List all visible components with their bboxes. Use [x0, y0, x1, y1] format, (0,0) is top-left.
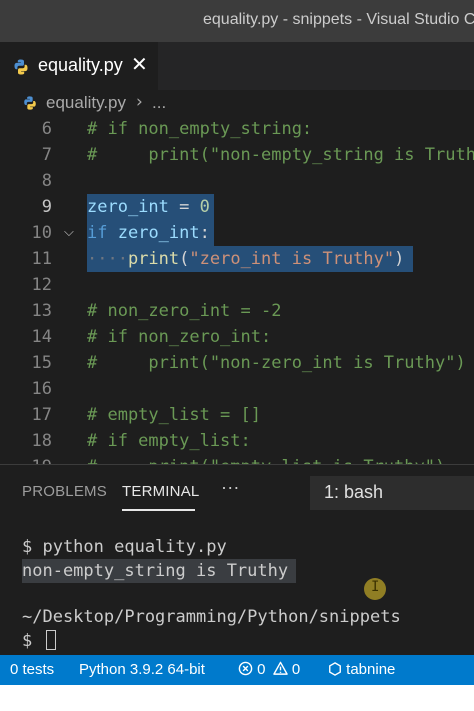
code-text: # if non_empty_string: [87, 119, 313, 139]
tabnine-label: tabnine [346, 661, 396, 678]
terminal-selector[interactable]: 1: bash [310, 476, 474, 510]
title-bar: equality.py - snippets - Visual Studio C… [0, 0, 474, 42]
status-problems[interactable]: 0 0 [238, 661, 300, 678]
terminal-selector-label: 1: bash [324, 482, 384, 502]
terminal-output-line: non-empty_string is Truthy [22, 559, 297, 583]
line-number: 16 [31, 379, 52, 399]
code-line: 14 # if non_zero_int: [0, 324, 474, 350]
chevron-right-icon: › [136, 92, 143, 112]
close-icon[interactable]: ✕ [131, 52, 148, 76]
line-number: 9 [41, 197, 52, 217]
mouse-cursor-icon: I [364, 578, 386, 600]
line-number: 6 [41, 119, 52, 139]
line-number: 15 [31, 353, 52, 373]
code-line: 19 # print("empty_list is Truthy") [0, 454, 474, 464]
code-line-selected: 11 ····print("zero_int is Truthy") [0, 246, 474, 272]
line-number: 13 [31, 301, 52, 321]
code-text: if zero_int: [87, 223, 210, 243]
code-line-selected: 10 ⌵ if zero_int: [0, 220, 474, 246]
warning-count: 0 [291, 661, 301, 678]
code-line: 15 # print("non-zero_int is Truthy") [0, 350, 474, 376]
status-tests[interactable]: 0 tests [10, 661, 54, 678]
breadcrumb: equality.py › ... [0, 90, 474, 116]
editor-tab-bar: equality.py ✕ [0, 42, 474, 90]
code-text: # print("non-zero_int is Truthy") [87, 353, 466, 373]
status-tabnine[interactable]: tabnine [328, 661, 395, 678]
window-title: equality.py - snippets - Visual Studio C… [203, 11, 474, 28]
more-actions-icon[interactable]: ··· [221, 477, 240, 498]
python-file-icon [12, 58, 30, 80]
code-text: # print("empty_list is Truthy") [87, 454, 445, 464]
line-number: 19 [0, 454, 52, 464]
terminal-prompt-line[interactable]: $ [22, 629, 57, 653]
code-text: # if non_zero_int: [87, 327, 272, 347]
code-line: 8 [0, 168, 474, 194]
status-bar: 0 tests Python 3.9.2 64-bit 0 0 tabnine [0, 655, 474, 685]
code-line: 6 # if non_empty_string: [0, 116, 474, 142]
line-number: 8 [41, 171, 52, 191]
line-number: 11 [31, 249, 52, 269]
bottom-panel: PROBLEMS TERMINAL ··· 1: bash $ python e… [0, 464, 474, 655]
code-text: # if empty_list: [87, 431, 251, 451]
line-number: 7 [41, 145, 52, 165]
code-line: 13 # non_zero_int = -2 [0, 298, 474, 324]
code-text: # empty_list = [] [87, 405, 261, 425]
code-line: 17 # empty_list = [] [0, 402, 474, 428]
terminal-line: $ python equality.py [22, 537, 227, 557]
code-text: ····print("zero_int is Truthy") [87, 249, 405, 269]
tab-label: equality.py [38, 55, 123, 75]
error-icon [238, 661, 253, 676]
code-line: 18 # if empty_list: [0, 428, 474, 454]
terminal-cursor [46, 630, 57, 650]
code-line: 7 # print("non-empty_string is Truthy") [0, 142, 474, 168]
breadcrumb-file[interactable]: equality.py [46, 93, 126, 113]
tab-equality-py[interactable]: equality.py ✕ [0, 42, 158, 90]
warning-icon [272, 661, 288, 675]
code-editor[interactable]: 6 # if non_empty_string: 7 # print("non-… [0, 116, 474, 464]
terminal-path-line: ~/Desktop/Programming/Python/snippets [22, 607, 401, 627]
tabnine-icon [329, 662, 341, 676]
code-text: # non_zero_int = -2 [87, 301, 282, 321]
line-number: 12 [31, 275, 52, 295]
code-line-selected: 9 zero_int = 0 [0, 194, 474, 220]
code-text: zero_int = 0 [87, 197, 210, 217]
line-number: 18 [31, 431, 52, 451]
status-python-interpreter[interactable]: Python 3.9.2 64-bit [79, 661, 205, 678]
line-number: 10 [31, 223, 52, 243]
breadcrumb-symbols[interactable]: ... [152, 93, 166, 113]
terminal-prompt: $ [22, 631, 43, 651]
code-line: 16 [0, 376, 474, 402]
line-number: 17 [31, 405, 52, 425]
line-number: 14 [31, 327, 52, 347]
tab-terminal[interactable]: TERMINAL [122, 483, 199, 500]
code-text: # print("non-empty_string is Truthy") [87, 145, 474, 165]
error-count: 0 [257, 661, 266, 678]
code-line: 12 [0, 272, 474, 298]
bottom-margin [0, 685, 474, 711]
tab-problems[interactable]: PROBLEMS [22, 483, 107, 500]
python-file-icon [22, 95, 38, 115]
active-tab-indicator [122, 509, 195, 511]
chevron-down-icon[interactable]: ⌵ [64, 220, 74, 246]
